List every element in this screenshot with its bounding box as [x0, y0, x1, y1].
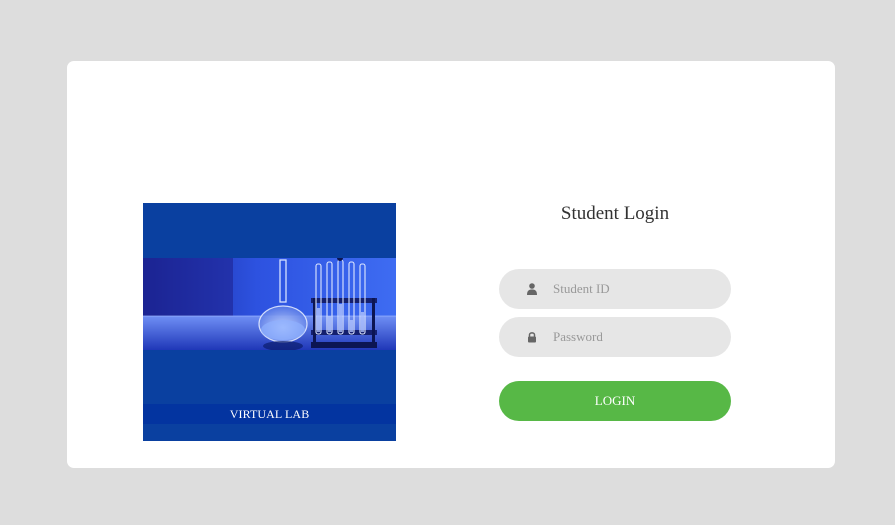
laboratory-glassware-image	[143, 258, 396, 350]
password-input[interactable]	[553, 317, 718, 357]
hero-caption: VIRTUAL LAB	[143, 404, 396, 424]
user-icon	[527, 283, 537, 295]
student-id-input[interactable]	[553, 269, 718, 309]
page-title: Student Login	[560, 203, 670, 224]
login-card: VIRTUAL LAB Student Login LOGIN	[67, 61, 835, 468]
login-button[interactable]: LOGIN	[499, 381, 731, 421]
password-field[interactable]	[499, 317, 731, 357]
hero-panel: VIRTUAL LAB	[143, 203, 396, 441]
student-id-field[interactable]	[499, 269, 731, 309]
lock-icon	[528, 332, 536, 343]
